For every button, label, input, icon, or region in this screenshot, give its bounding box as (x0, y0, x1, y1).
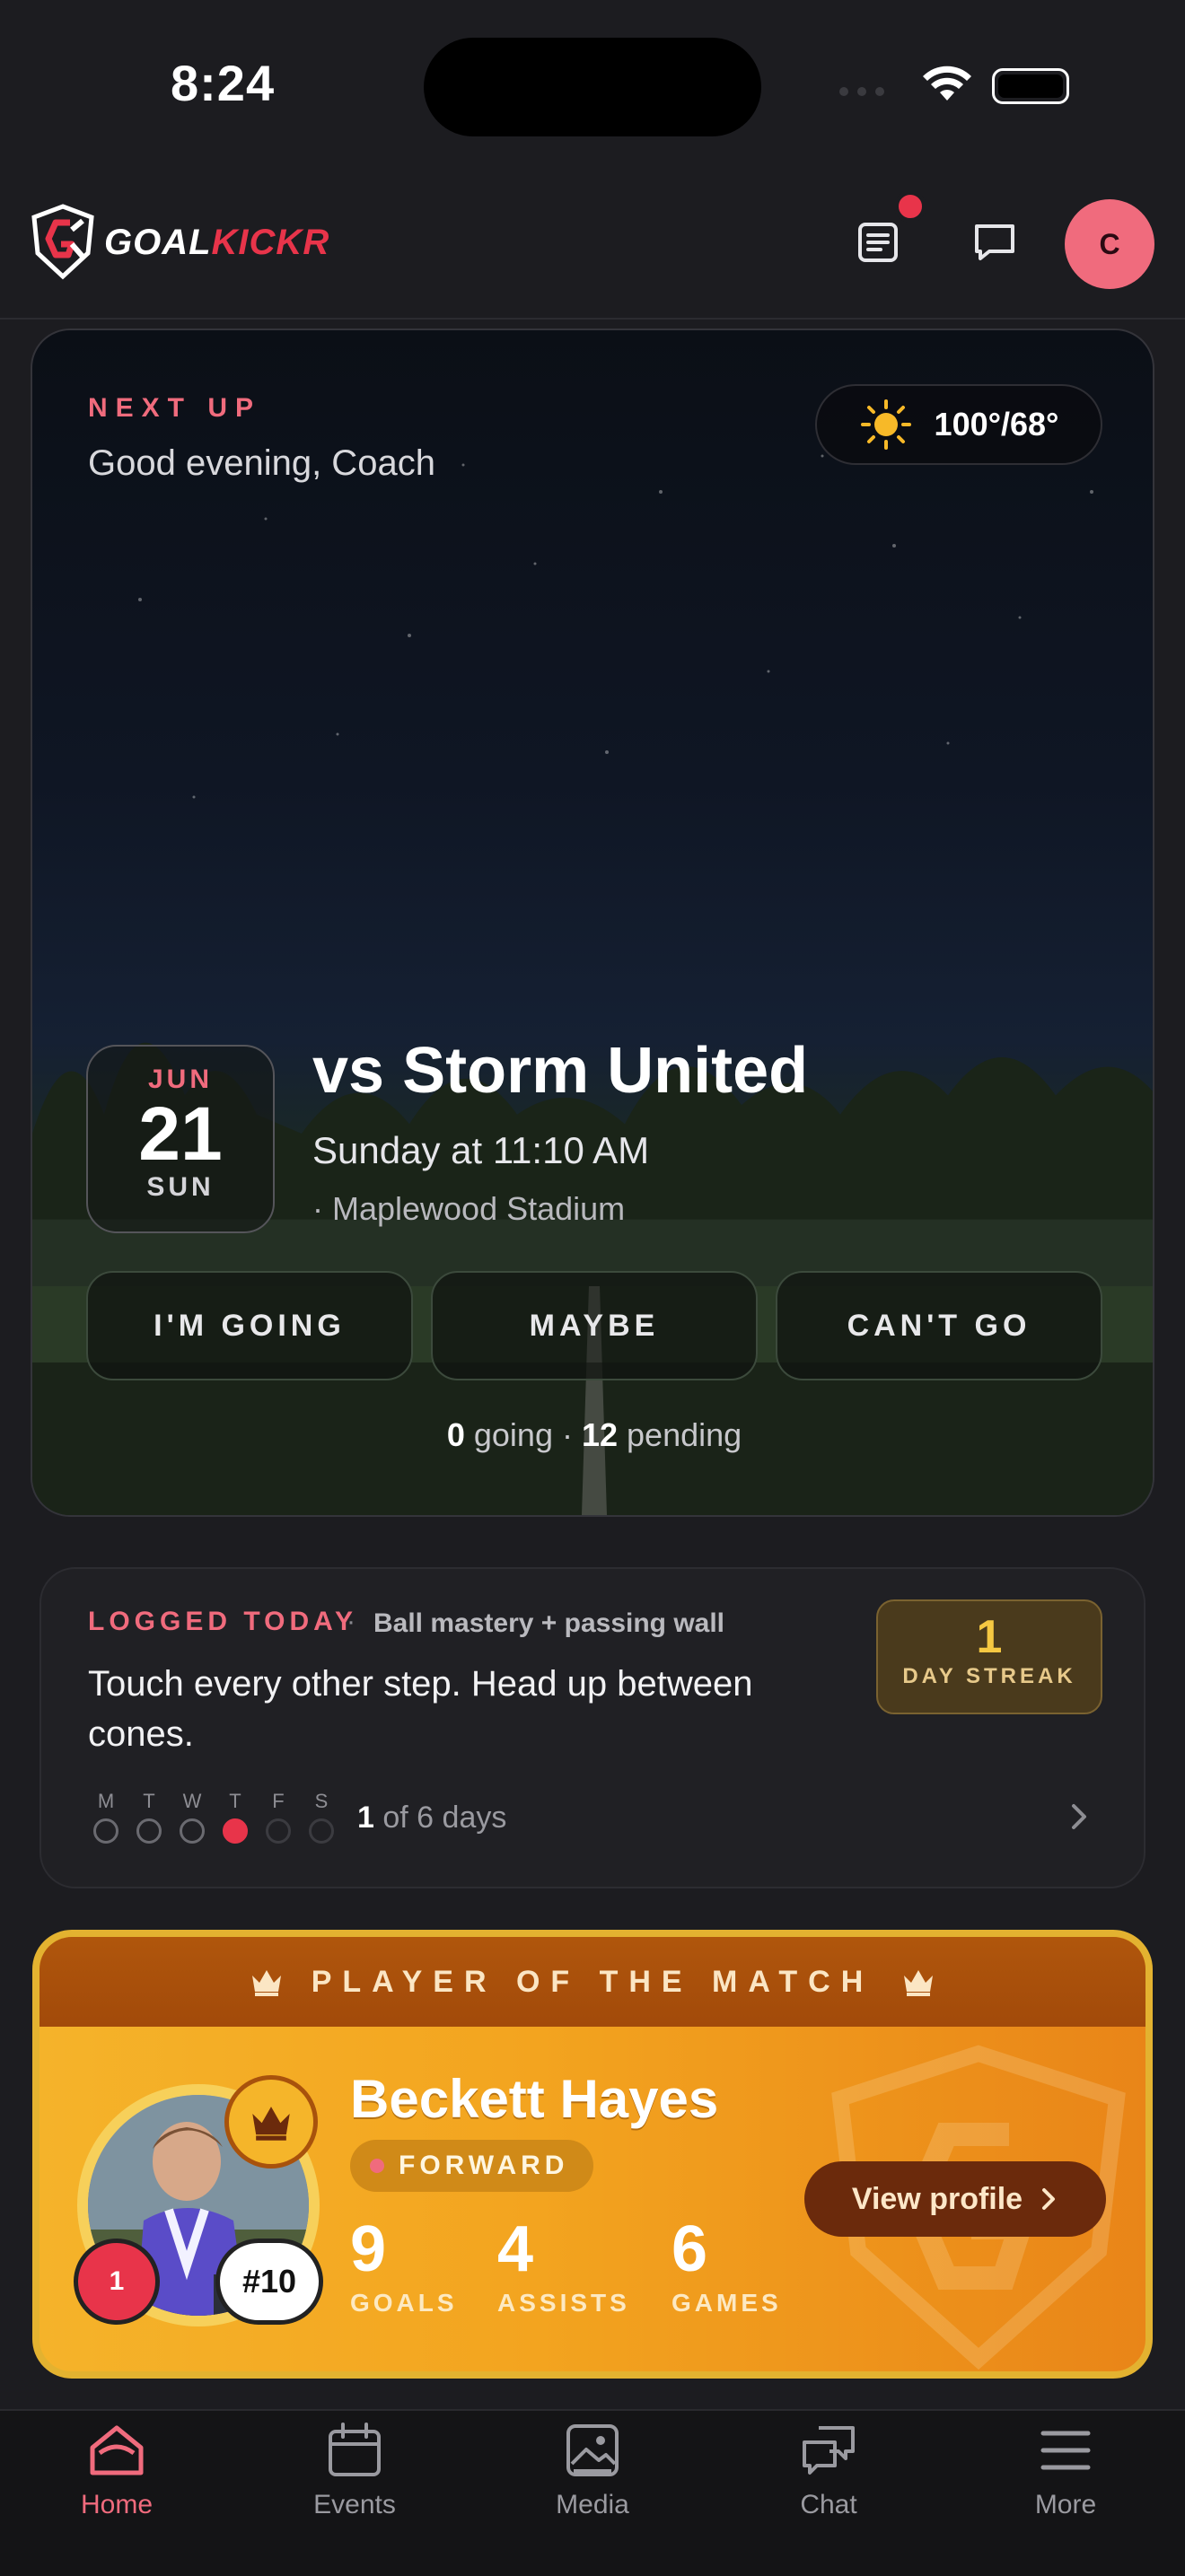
crown-badge-icon (224, 2075, 318, 2169)
rsvp-maybe-button[interactable]: MAYBE (431, 1271, 758, 1380)
week-day-dot (266, 1818, 291, 1844)
next-up-card[interactable]: NEXT UP Good evening, Coach 100°/68° JUN… (31, 329, 1154, 1517)
tab-events[interactable]: Events (278, 2414, 431, 2520)
menu-icon (989, 2414, 1142, 2486)
dynamic-island (424, 38, 761, 136)
week-day-dot (180, 1818, 205, 1844)
week-day: S (300, 1790, 343, 1844)
week-day-dot (93, 1818, 118, 1844)
status-time: 8:24 (171, 55, 276, 111)
weather-chip: 100°/68° (815, 384, 1102, 465)
player-of-the-match-card[interactable]: PLAYER OF THE MATCH 1 #10 Beckett Hayes … (32, 1930, 1153, 2379)
week-day-label: S (314, 1790, 329, 1812)
potm-header: PLAYER OF THE MATCH (40, 1937, 1146, 2027)
training-note: Touch every other step. Head up between … (88, 1664, 753, 1754)
stat-games: 6 GAMES (672, 2215, 782, 2318)
week-day-dot (309, 1818, 334, 1844)
calendar-icon (278, 2414, 431, 2486)
logo-wordmark: GOALKICKR (104, 223, 330, 262)
crown-icon (904, 1970, 934, 1996)
next-up-label: NEXT UP (88, 393, 262, 423)
week-progress: 1 of 6 days (357, 1801, 507, 1835)
stat-goals: 9 GOALS (350, 2215, 458, 2318)
signal-icon (839, 84, 893, 101)
streak-count: 1 (976, 1611, 1003, 1663)
event-date-badge: JUN 21 SUN (86, 1045, 275, 1233)
chevron-right-icon[interactable] (1065, 1801, 1092, 1837)
streak-badge: 1 DAY STREAK (876, 1599, 1102, 1714)
event-time: Sunday at 11:10 AM (312, 1129, 650, 1171)
tab-label: Media (556, 2490, 629, 2519)
position-label: FORWARD (399, 2151, 569, 2180)
week-day-label: F (272, 1790, 285, 1812)
position-dot (370, 2159, 384, 2173)
battery-icon (992, 68, 1069, 104)
tab-home[interactable]: Home (40, 2414, 193, 2520)
chat-icon (752, 2414, 905, 2486)
week-day-dot (136, 1818, 162, 1844)
logged-today-label: LOGGED TODAY (88, 1607, 358, 1636)
tab-chat[interactable]: Chat (752, 2414, 905, 2520)
stat-value: 6 (672, 2213, 708, 2285)
crown-icon (251, 1970, 281, 1996)
tab-label: More (1034, 2490, 1097, 2519)
week-day-dot (223, 1818, 248, 1844)
rsvp-cant-go-button[interactable]: CAN'T GO (776, 1271, 1102, 1380)
potm-title: PLAYER OF THE MATCH (311, 1964, 874, 1999)
goalkickr-logo-icon[interactable] (29, 203, 97, 285)
tab-more[interactable]: More (989, 2414, 1142, 2520)
week-day: F (257, 1790, 300, 1844)
news-icon (858, 223, 898, 262)
messages-button[interactable] (959, 206, 1031, 278)
notification-dot (894, 190, 926, 223)
stat-label: GOALS (350, 2289, 458, 2317)
sun-icon (860, 399, 911, 450)
week-day-label: T (143, 1790, 155, 1812)
stat-value: 9 (350, 2213, 387, 2285)
event-title: vs Storm United (312, 1035, 809, 1107)
week-day: T (214, 1790, 257, 1844)
jersey-number-badge: #10 (215, 2239, 323, 2325)
tab-media[interactable]: Media (516, 2414, 669, 2520)
stat-assists: 4 ASSISTS (497, 2215, 630, 2318)
position-chip: FORWARD (350, 2140, 594, 2192)
streak-label: DAY STREAK (902, 1664, 1076, 1688)
profile-avatar[interactable]: C (1065, 199, 1154, 289)
chevron-right-icon (1042, 2188, 1056, 2210)
wifi-icon (920, 65, 974, 109)
week-day: W (171, 1790, 214, 1844)
rsvp-counts: 0 going · 12 pending (446, 1416, 742, 1453)
week-day: T (127, 1790, 171, 1844)
tab-label: Chat (800, 2490, 857, 2519)
week-day-label: T (229, 1790, 241, 1812)
rsvp-going-button[interactable]: I'M GOING (86, 1271, 413, 1380)
photos-icon (516, 2414, 669, 2486)
week-day: M (84, 1790, 127, 1844)
event-weekday: SUN (146, 1172, 215, 1202)
home-icon (40, 2414, 193, 2486)
event-day: 21 (138, 1091, 223, 1176)
training-log-card[interactable]: LOGGED TODAY · Ball mastery + passing wa… (40, 1567, 1146, 1888)
stat-value: 4 (497, 2213, 534, 2285)
week-day-label: M (97, 1790, 115, 1812)
drill-name: Ball mastery + passing wall (373, 1608, 725, 1638)
view-profile-label: View profile (851, 2181, 1023, 2216)
event-month: JUN (147, 1065, 213, 1094)
rank-badge: 1 (74, 2239, 160, 2325)
logged-separator: · (347, 1607, 356, 1636)
weather-temperature: 100°/68° (934, 406, 1059, 442)
week-day-label: W (182, 1790, 202, 1812)
chat-bubble-icon (975, 224, 1014, 260)
player-name: Beckett Hayes (350, 2069, 719, 2129)
event-venue: · Maplewood Stadium (312, 1190, 626, 1227)
stat-label: GAMES (672, 2289, 782, 2317)
tab-label: Events (313, 2490, 396, 2519)
stat-label: ASSISTS (497, 2289, 630, 2317)
tab-label: Home (80, 2490, 154, 2519)
week-tracker: MTWTFS (84, 1790, 343, 1844)
view-profile-button[interactable]: View profile (804, 2161, 1106, 2237)
greeting-text: Good evening, Coach (88, 443, 435, 483)
